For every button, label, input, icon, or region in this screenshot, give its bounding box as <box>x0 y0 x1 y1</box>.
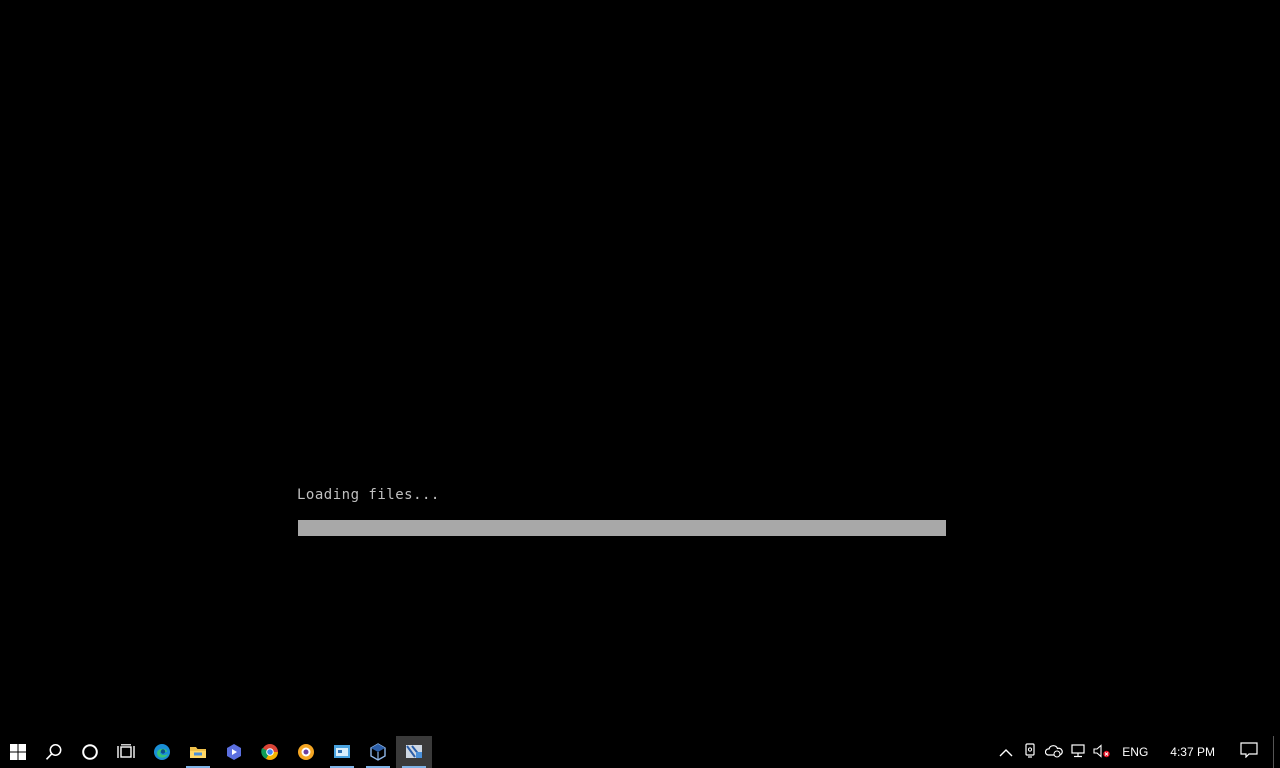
show-desktop-button[interactable] <box>1273 736 1280 768</box>
search-button[interactable] <box>36 736 72 768</box>
notification-icon <box>1240 742 1258 762</box>
task-view-icon <box>117 744 135 760</box>
orange-app-icon <box>297 743 315 761</box>
vm-window-button[interactable] <box>396 736 432 768</box>
loading-status-text: Loading files... <box>297 487 440 503</box>
device-icon <box>1023 742 1037 762</box>
taskbar: ENG 4:37 PM <box>0 736 1280 768</box>
input-language-indicator[interactable]: ENG <box>1114 736 1156 768</box>
tray-volume-button[interactable] <box>1090 736 1114 768</box>
taskbar-left <box>0 736 432 768</box>
chrome-icon <box>261 743 279 761</box>
virtualbox-button[interactable] <box>360 736 396 768</box>
edge-icon <box>153 743 171 761</box>
virtualbox-icon <box>369 743 387 761</box>
edge-button[interactable] <box>144 736 180 768</box>
tray-network-button[interactable] <box>1066 736 1090 768</box>
task-view-button[interactable] <box>108 736 144 768</box>
network-icon <box>1070 743 1086 762</box>
tray-device-button[interactable] <box>1018 736 1042 768</box>
cortana-circle-icon <box>81 743 99 761</box>
app-hexagon-icon <box>225 743 243 761</box>
cortana-button[interactable] <box>72 736 108 768</box>
windows-logo-icon <box>10 744 26 760</box>
folder-icon <box>189 744 207 760</box>
app-button[interactable] <box>216 736 252 768</box>
file-explorer-button[interactable] <box>180 736 216 768</box>
vm-console-screen: Loading files... <box>0 0 1280 736</box>
search-icon <box>45 743 63 761</box>
tray-cloud-button[interactable] <box>1042 736 1066 768</box>
loading-progress-bar <box>298 520 946 536</box>
chevron-up-icon <box>999 743 1013 762</box>
chrome-button[interactable] <box>252 736 288 768</box>
volume-muted-icon <box>1093 743 1111 762</box>
window-app-icon <box>333 744 351 760</box>
start-button[interactable] <box>0 736 36 768</box>
show-hidden-icons-button[interactable] <box>994 736 1018 768</box>
cloud-sync-icon <box>1045 743 1064 762</box>
action-center-button[interactable] <box>1229 736 1269 768</box>
app-orange-button[interactable] <box>288 736 324 768</box>
system-tray: ENG 4:37 PM <box>994 736 1280 768</box>
clock[interactable]: 4:37 PM <box>1156 736 1229 768</box>
vm-window-icon <box>405 744 423 760</box>
app-window-button[interactable] <box>324 736 360 768</box>
